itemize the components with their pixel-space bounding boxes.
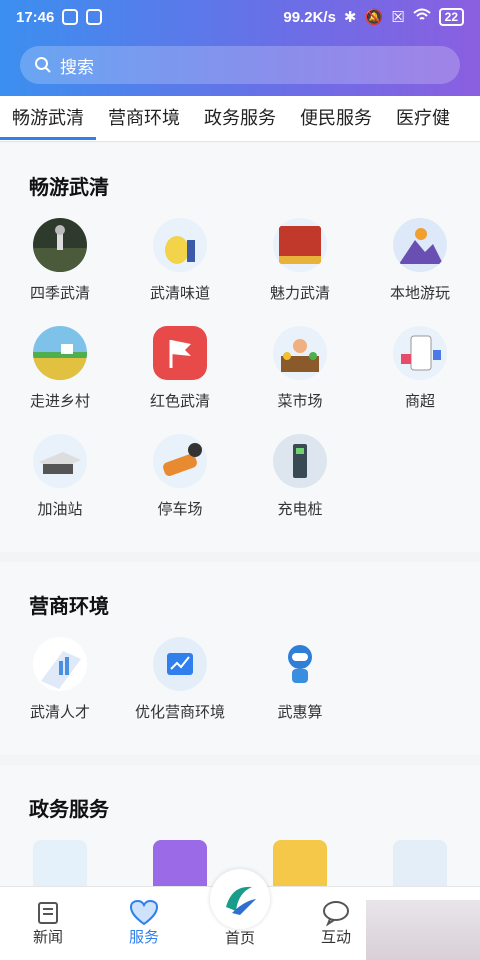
bluetooth-icon: ✱ (343, 9, 357, 26)
counter-icon (273, 840, 327, 886)
service-item-bendi-youwan[interactable]: 本地游玩 (360, 218, 480, 326)
service-item-hongse-wuqing[interactable]: 红色武清 (120, 326, 240, 434)
heart-icon (129, 900, 159, 926)
corner-overlay (366, 900, 480, 960)
service-item-chongdianzhuang[interactable]: 充电桩 (240, 434, 360, 542)
section-title: 政务服务 (29, 799, 109, 821)
tab-bianmin-fuwu[interactable]: 便民服务 (288, 96, 384, 141)
parking-car-icon (153, 434, 207, 488)
service-item-siji-wuqing[interactable]: 四季武清 (0, 218, 120, 326)
service-item-shangchao[interactable]: 商超 (360, 326, 480, 434)
section-title: 营商环境 (29, 596, 109, 618)
tab-yiliao-jiankang[interactable]: 医疗健 (384, 96, 462, 141)
nav-home[interactable]: 首页 (192, 869, 288, 960)
talent-chart-icon (33, 637, 87, 691)
gas-station-icon (33, 434, 87, 488)
tab-yingshang-huanjing[interactable]: 营商环境 (96, 96, 192, 141)
home-logo-icon (210, 869, 270, 929)
service-item-meili-wuqing[interactable]: 魅力武清 (240, 218, 360, 326)
app-header: 17:46 99.2K/s ✱ 🔕 ☒ 22 搜索 (0, 0, 480, 96)
landscape-icon (33, 218, 87, 272)
tab-changyou-wuqing[interactable]: 畅游武清 (0, 96, 96, 141)
service-content: 畅游武清 四季武清 武清味道 魅力武清 本地游玩 走进乡村 红色武清 菜市场 商… (0, 143, 480, 886)
search-icon (35, 57, 51, 73)
service-item-wuhuisuan[interactable]: 武惠算 (240, 637, 360, 745)
service-item-caishichang[interactable]: 菜市场 (240, 326, 360, 434)
service-item-partial[interactable] (360, 840, 480, 886)
section-zhengwu-fuwu: 政务服务 (0, 765, 480, 886)
wifi-icon (412, 8, 431, 26)
chat-icon (323, 901, 349, 926)
search-placeholder: 搜索 (60, 57, 94, 77)
network-speed: 99.2K/s (283, 8, 336, 26)
service-item-wuqing-rencai[interactable]: 武清人才 (0, 637, 120, 745)
service-item-youhua-yingshang[interactable]: 优化营商环境 (120, 637, 240, 745)
stage-icon (273, 218, 327, 272)
section-title: 畅游武清 (29, 177, 109, 199)
tab-zhengwu-fuwu[interactable]: 政务服务 (192, 96, 288, 141)
service-item-partial[interactable] (0, 840, 120, 886)
status-bar: 17:46 99.2K/s ✱ 🔕 ☒ 22 (0, 0, 480, 34)
village-icon (33, 326, 87, 380)
market-stall-icon (273, 326, 327, 380)
sim-icon: ☒ (391, 9, 405, 26)
section-yingshang-huanjing: 营商环境 武清人才 优化营商环境 武惠算 (0, 562, 480, 755)
nav-service[interactable]: 服务 (96, 887, 192, 960)
news-icon (38, 902, 58, 924)
robot-icon (273, 637, 327, 691)
red-flag-icon (153, 326, 207, 380)
category-tabs: 畅游武清 营商环境 政务服务 便民服务 医疗健 (0, 96, 480, 142)
service-item-jiayouzhan[interactable]: 加油站 (0, 434, 120, 542)
shopping-icon (393, 326, 447, 380)
phone-card-icon (153, 840, 207, 886)
nav-news[interactable]: 新闻 (0, 887, 96, 960)
app-notification-icon (86, 9, 103, 25)
service-item-tingchechang[interactable]: 停车场 (120, 434, 240, 542)
battery-indicator: 22 (438, 8, 464, 26)
service-item-wuqing-weidao[interactable]: 武清味道 (120, 218, 240, 326)
section-changyou-wuqing: 畅游武清 四季武清 武清味道 魅力武清 本地游玩 走进乡村 红色武清 菜市场 商… (0, 143, 480, 552)
charging-pile-icon (273, 434, 327, 488)
document-icon (33, 840, 87, 886)
service-item-zoujin-xiangcun[interactable]: 走进乡村 (0, 326, 120, 434)
people-icon (393, 840, 447, 886)
pear-food-icon (153, 218, 207, 272)
map-mountain-icon (393, 218, 447, 272)
search-bar[interactable]: 搜索 (20, 46, 460, 84)
growth-chart-icon (153, 637, 207, 691)
mute-icon: 🔕 (364, 9, 384, 26)
notification-icon (62, 9, 79, 25)
status-time: 17:46 (16, 8, 55, 26)
